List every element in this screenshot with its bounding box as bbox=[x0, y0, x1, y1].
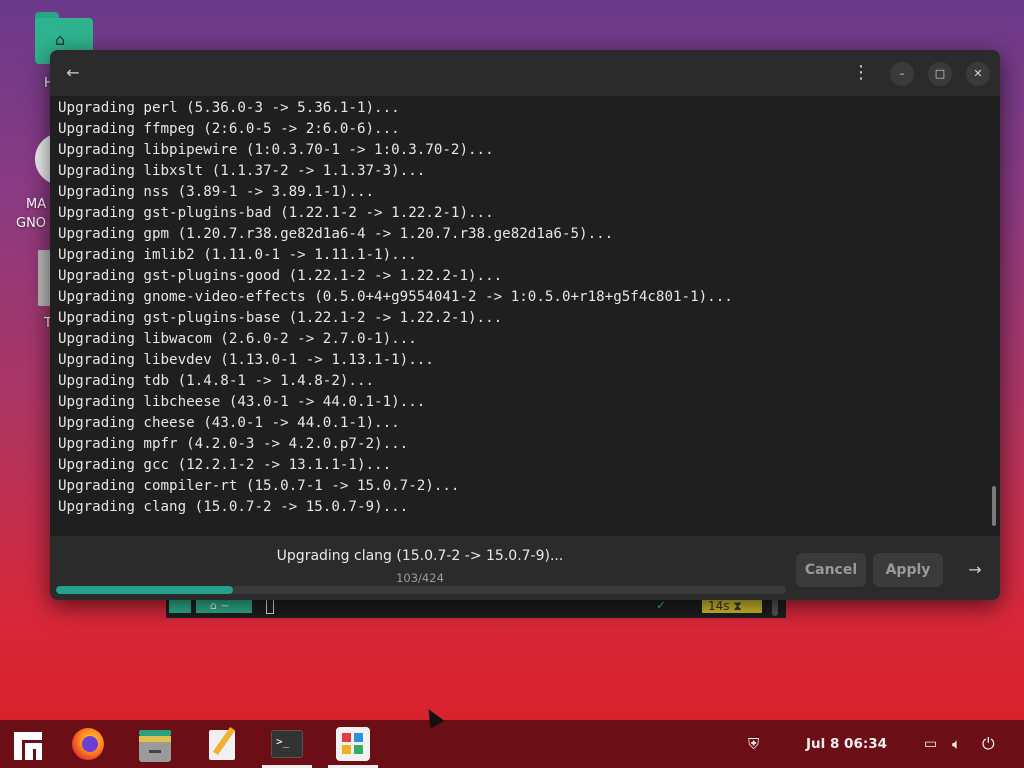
manjaro-menu-icon[interactable] bbox=[8, 724, 48, 764]
apply-button[interactable]: Apply bbox=[873, 553, 943, 587]
clock[interactable]: Jul 8 06:34 bbox=[806, 720, 887, 768]
maximize-button[interactable]: □ bbox=[928, 62, 952, 86]
log-line: Upgrading libxslt (1.1.37-2 -> 1.1.37-3)… bbox=[58, 163, 426, 179]
close-button[interactable]: ✕ bbox=[966, 62, 990, 86]
log-line: Upgrading libpipewire (1:0.3.70-1 -> 1:0… bbox=[58, 142, 494, 158]
log-line: Upgrading imlib2 (1.11.0-1 -> 1.11.1-1).… bbox=[58, 247, 417, 263]
dialog-footer: Upgrading clang (15.0.7-2 -> 15.0.7-9)..… bbox=[50, 536, 1000, 600]
log-line: Upgrading gnome-video-effects (0.5.0+4+g… bbox=[58, 289, 733, 305]
notification-icon[interactable]: ▭ bbox=[924, 720, 937, 768]
prompt-home-segment: ⌂ ~ bbox=[196, 599, 252, 613]
progress-bar bbox=[56, 586, 786, 594]
arrow-left-icon: ← bbox=[66, 63, 80, 82]
desktop-label-manjaro-2: GNO bbox=[16, 216, 47, 231]
next-button[interactable]: → bbox=[960, 553, 990, 587]
prompt-elapsed-time: 14s ⧗ bbox=[702, 599, 762, 613]
terminal-cursor bbox=[266, 599, 274, 614]
log-line: Upgrading gst-plugins-bad (1.22.1-2 -> 1… bbox=[58, 205, 494, 221]
dialog-header: ← ⋮ – □ ✕ bbox=[50, 50, 1000, 96]
log-line: Upgrading libwacom (2.6.0-2 -> 2.7.0-1).… bbox=[58, 331, 417, 347]
files-icon[interactable] bbox=[135, 724, 175, 764]
log-line: Upgrading clang (15.0.7-2 -> 15.0.7-9)..… bbox=[58, 499, 409, 515]
terminal-icon[interactable]: >_ bbox=[262, 724, 312, 768]
back-button[interactable]: ← bbox=[62, 62, 84, 84]
maximize-icon: □ bbox=[934, 67, 946, 80]
upgrade-dialog: ← ⋮ – □ ✕ Upgrading perl (5.36.0-3 -> 5.… bbox=[50, 50, 1000, 600]
prompt-status-check: ✓ bbox=[656, 598, 667, 612]
log-line: Upgrading gcc (12.2.1-2 -> 13.1.1-1)... bbox=[58, 457, 392, 473]
taskbar: >_ ⛨ Jul 8 06:34 ▭ 🔈︎ ⏻ bbox=[0, 720, 1024, 768]
menu-button[interactable]: ⋮ bbox=[850, 62, 872, 84]
volume-icon[interactable]: 🔈︎ bbox=[952, 720, 961, 768]
log-line: Upgrading tdb (1.4.8-1 -> 1.4.8-2)... bbox=[58, 373, 375, 389]
log-line: Upgrading libcheese (43.0-1 -> 44.0.1-1)… bbox=[58, 394, 426, 410]
log-scrollbar[interactable] bbox=[992, 486, 996, 526]
desktop-label-manjaro-1: MA bbox=[26, 197, 47, 212]
kebab-icon: ⋮ bbox=[852, 62, 870, 83]
log-line: Upgrading gpm (1.20.7.r38.ge82d1a6-4 -> … bbox=[58, 226, 614, 242]
upgrade-log[interactable]: Upgrading perl (5.36.0-3 -> 5.36.1-1)...… bbox=[50, 96, 1000, 536]
progress-fill bbox=[56, 586, 234, 594]
status-text: Upgrading clang (15.0.7-2 -> 15.0.7-9)..… bbox=[276, 548, 564, 564]
close-icon: ✕ bbox=[973, 67, 983, 80]
minimize-button[interactable]: – bbox=[890, 62, 914, 86]
log-line: Upgrading libevdev (1.13.0-1 -> 1.13.1-1… bbox=[58, 352, 434, 368]
prompt-os-segment bbox=[169, 599, 191, 613]
log-line: Upgrading gst-plugins-good (1.22.1-2 -> … bbox=[58, 268, 503, 284]
log-line: Upgrading compiler-rt (15.0.7-1 -> 15.0.… bbox=[58, 478, 460, 494]
cancel-button[interactable]: Cancel bbox=[796, 553, 866, 587]
log-line: Upgrading perl (5.36.0-3 -> 5.36.1-1)... bbox=[58, 100, 400, 116]
firefox-icon[interactable] bbox=[68, 724, 108, 764]
progress-count: 103/424 bbox=[396, 571, 444, 585]
shield-icon[interactable]: ⛨ bbox=[748, 720, 759, 768]
arrow-right-icon: → bbox=[968, 560, 982, 579]
log-line: Upgrading nss (3.89-1 -> 3.89.1-1)... bbox=[58, 184, 375, 200]
log-line: Upgrading gst-plugins-base (1.22.1-2 -> … bbox=[58, 310, 503, 326]
software-icon[interactable] bbox=[328, 724, 378, 768]
minimize-icon: – bbox=[899, 67, 905, 80]
log-line: Upgrading ffmpeg (2:6.0-5 -> 2:6.0-6)... bbox=[58, 121, 400, 137]
log-lines: Upgrading perl (5.36.0-3 -> 5.36.1-1)...… bbox=[58, 98, 733, 518]
text-editor-icon[interactable] bbox=[203, 724, 243, 764]
terminal-scrollbar[interactable] bbox=[772, 598, 778, 616]
power-icon[interactable]: ⏻ bbox=[982, 720, 995, 768]
log-line: Upgrading mpfr (4.2.0-3 -> 4.2.0.p7-2)..… bbox=[58, 436, 409, 452]
log-line: Upgrading cheese (43.0-1 -> 44.0.1-1)... bbox=[58, 415, 400, 431]
